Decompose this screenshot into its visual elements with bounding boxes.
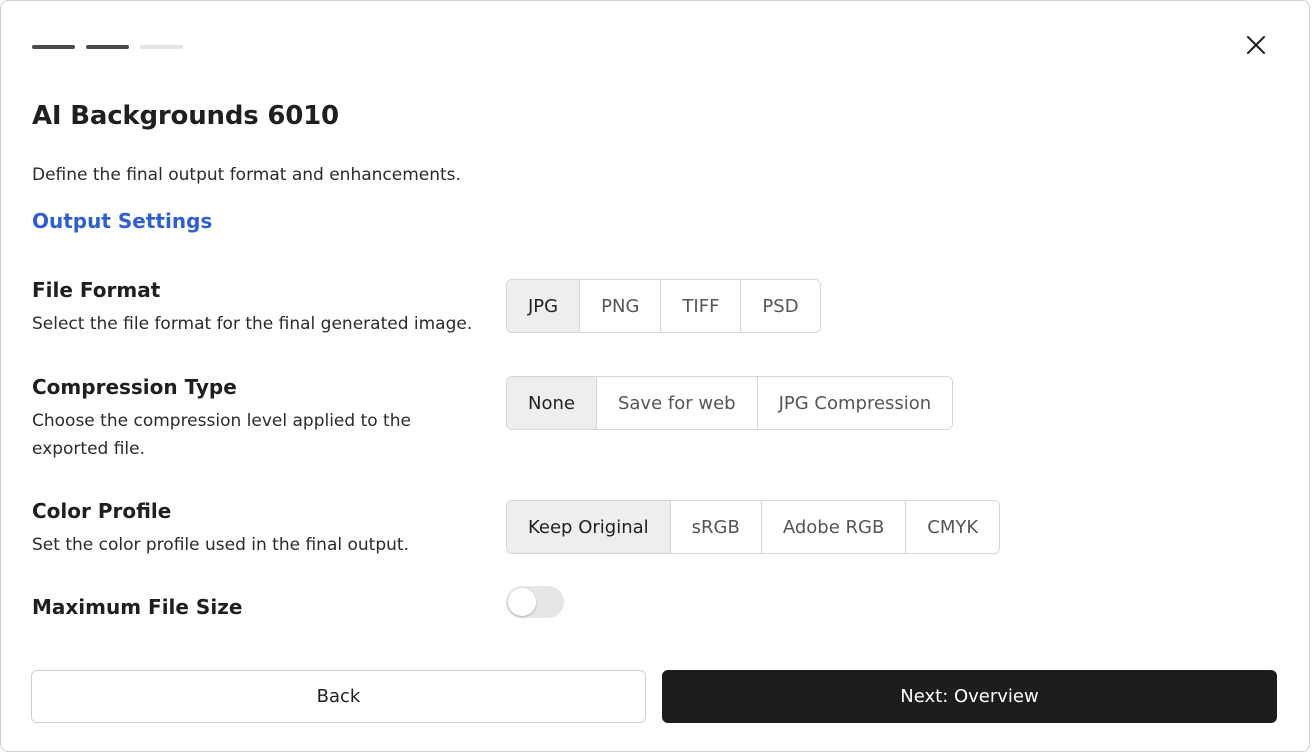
toggle-knob <box>508 588 536 616</box>
dialog-subtitle: Define the final output format and enhan… <box>32 165 461 185</box>
option-psd[interactable]: PSD <box>740 280 820 332</box>
setting-compression-type: Compression Type Choose the compression … <box>32 375 1282 463</box>
progress-step-2 <box>86 45 129 49</box>
setting-max-file-size: Maximum File Size <box>32 586 1282 619</box>
next-overview-button[interactable]: Next: Overview <box>662 670 1277 723</box>
setting-description: Select the file format for the final gen… <box>32 314 473 334</box>
color-profile-selector: Keep Original sRGB Adobe RGB CMYK <box>506 500 1001 554</box>
option-cmyk[interactable]: CMYK <box>905 501 1000 553</box>
output-settings-dialog: AI Backgrounds 6010 Define the final out… <box>0 0 1310 752</box>
option-tiff[interactable]: TIFF <box>660 280 741 332</box>
progress-step-3 <box>140 45 183 49</box>
max-file-size-toggle[interactable] <box>506 586 564 618</box>
option-jpg[interactable]: JPG <box>507 280 580 332</box>
setting-description: Choose the compression level applied to … <box>32 411 411 459</box>
progress-steps <box>32 45 183 49</box>
setting-label: Maximum File Size <box>32 595 243 619</box>
setting-file-format: File Format Select the file format for t… <box>32 278 1282 338</box>
progress-step-1 <box>32 45 75 49</box>
option-none[interactable]: None <box>507 377 596 429</box>
close-icon <box>1247 36 1265 54</box>
option-adobe-rgb[interactable]: Adobe RGB <box>760 501 906 553</box>
compression-type-selector: None Save for web JPG Compression <box>506 376 954 430</box>
section-heading: Output Settings <box>32 209 213 233</box>
setting-description: Set the color profile used in the final … <box>32 535 409 555</box>
option-png[interactable]: PNG <box>579 280 661 332</box>
option-srgb[interactable]: sRGB <box>669 501 761 553</box>
setting-color-profile: Color Profile Set the color profile used… <box>32 499 1282 559</box>
option-keep-original[interactable]: Keep Original <box>507 501 670 553</box>
file-format-selector: JPG PNG TIFF PSD <box>506 279 821 333</box>
option-jpg-compression[interactable]: JPG Compression <box>756 377 953 429</box>
back-button[interactable]: Back <box>31 670 646 723</box>
dialog-title: AI Backgrounds 6010 <box>32 101 339 131</box>
close-button[interactable] <box>1241 30 1271 60</box>
option-save-for-web[interactable]: Save for web <box>595 377 757 429</box>
